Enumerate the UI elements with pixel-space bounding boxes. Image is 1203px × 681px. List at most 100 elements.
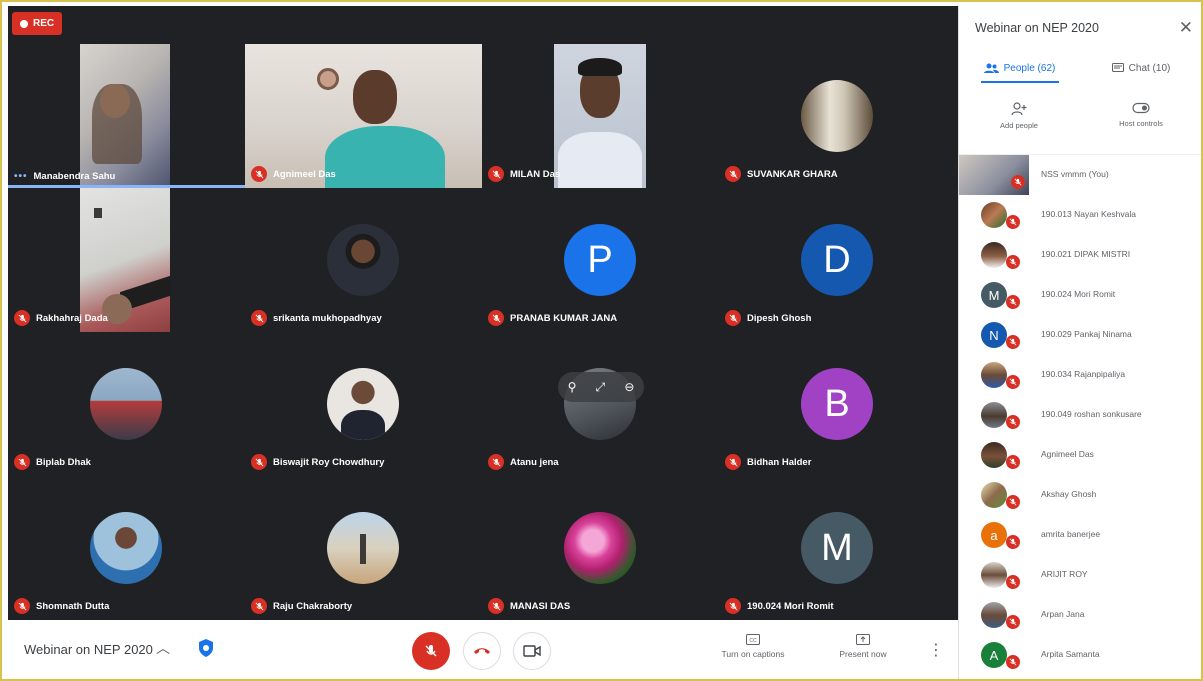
list-item[interactable]: Arpan Jana: [959, 595, 1201, 635]
list-item[interactable]: 190.013 Nayan Keshvala: [959, 195, 1201, 235]
tab-chat-label: Chat (10): [1128, 62, 1171, 74]
microphone-toggle-button[interactable]: [412, 632, 450, 670]
participant-name: Dipesh Ghosh: [747, 312, 812, 324]
list-item[interactable]: ARIJIT ROY: [959, 555, 1201, 595]
captions-button[interactable]: CC Turn on captions: [708, 634, 798, 659]
people-list: NSS vmmm (You) 190.013 Nayan Keshvala 19…: [959, 154, 1201, 679]
mic-off-icon: [251, 166, 267, 182]
person-name: ARIJIT ROY: [1041, 569, 1088, 579]
participant-name: 190.024 Mori Romit: [747, 600, 834, 612]
people-icon: [983, 63, 999, 73]
tab-people[interactable]: People (62): [959, 52, 1080, 84]
participant-name: SUVANKAR GHARA: [747, 168, 838, 180]
person-name: 190.013 Nayan Keshvala: [1041, 209, 1136, 219]
host-controls-button[interactable]: Host controls: [1101, 102, 1181, 128]
mic-off-icon: [725, 166, 741, 182]
list-item[interactable]: Akshay Ghosh: [959, 475, 1201, 515]
remove-icon[interactable]: ⊖: [624, 380, 634, 394]
chevron-up-icon[interactable]: ︿: [156, 638, 170, 658]
captions-label: Turn on captions: [721, 649, 785, 659]
add-people-label: Add people: [1000, 121, 1038, 130]
person-name: 190.049 roshan sonkusare: [1041, 409, 1142, 419]
participant-name: PRANAB KUMAR JANA: [510, 312, 618, 324]
leave-call-button[interactable]: [463, 632, 501, 670]
video-camera-icon: [523, 645, 541, 657]
list-item[interactable]: Agnimeel Das: [959, 435, 1201, 475]
expand-icon[interactable]: ⤢: [596, 380, 606, 395]
shield-icon[interactable]: [198, 638, 214, 663]
participant-tile[interactable]: ⚲ ⤢ ⊖ Atanu jena: [482, 332, 719, 476]
list-item[interactable]: a amrita banerjee: [959, 515, 1201, 555]
participant-name: Biplab Dhak: [36, 456, 91, 468]
person-name: 190.034 Rajanpipaliya: [1041, 369, 1126, 379]
avatar-letter: M: [821, 526, 853, 569]
list-item[interactable]: N 190.029 Pankaj Ninama: [959, 315, 1201, 355]
participant-tile[interactable]: Agnimeel Das: [245, 44, 482, 188]
person-avatar: [981, 482, 1007, 508]
list-item[interactable]: 190.021 DIPAK MISTRI: [959, 235, 1201, 275]
participant-name-row: Biplab Dhak: [14, 454, 91, 470]
participant-tile[interactable]: srikanta mukhopadhyay: [245, 188, 482, 332]
list-item[interactable]: NSS vmmm (You): [959, 155, 1201, 195]
participant-tile[interactable]: Biplab Dhak: [8, 332, 245, 476]
person-name: 190.029 Pankaj Ninama: [1041, 329, 1132, 339]
list-item[interactable]: M 190.024 Mori Romit: [959, 275, 1201, 315]
present-screen-icon: [856, 634, 870, 645]
participant-name: Bidhan Halder: [747, 456, 812, 468]
meet-window: REC ••• Manabendra Sahu Agnimeel Das MIL…: [0, 0, 1203, 681]
participant-avatar: [327, 224, 399, 296]
present-label: Present now: [839, 649, 887, 659]
mic-off-icon: [1006, 335, 1020, 349]
mic-off-icon: [1006, 215, 1020, 229]
mic-off-icon: [725, 454, 741, 470]
participant-tile[interactable]: MILAN Das: [482, 44, 719, 188]
participant-tile[interactable]: D Dipesh Ghosh: [719, 188, 956, 332]
mic-off-icon: [1006, 495, 1020, 509]
add-people-button[interactable]: Add people: [979, 102, 1059, 130]
participant-tile[interactable]: Rakhahraj Dada: [8, 188, 245, 332]
participant-name: Shomnath Dutta: [36, 600, 110, 612]
participant-tile[interactable]: Biswajit Roy Chowdhury: [245, 332, 482, 476]
participant-tile[interactable]: Shomnath Dutta: [8, 476, 245, 620]
toggle-icon: [1132, 102, 1150, 114]
meeting-title[interactable]: Webinar on NEP 2020: [24, 642, 153, 657]
participant-name-row: Shomnath Dutta: [14, 598, 109, 614]
camera-toggle-button[interactable]: [513, 632, 551, 670]
list-item[interactable]: 190.049 roshan sonkusare: [959, 395, 1201, 435]
participant-name-row: Raju Chakraborty: [251, 598, 352, 614]
participant-name-row: Biswajit Roy Chowdhury: [251, 454, 384, 470]
list-item[interactable]: 190.034 Rajanpipaliya: [959, 355, 1201, 395]
present-now-button[interactable]: Present now: [828, 634, 898, 659]
mic-off-icon: [1006, 415, 1020, 429]
participant-avatar: [564, 512, 636, 584]
participant-tile[interactable]: SUVANKAR GHARA: [719, 44, 956, 188]
participant-name-row: 190.024 Mori Romit: [725, 598, 834, 614]
avatar-letter: B: [824, 382, 850, 425]
pin-icon[interactable]: ⚲: [568, 380, 577, 394]
participant-name: Atanu jena: [510, 456, 559, 468]
participant-name-row: srikanta mukhopadhyay: [251, 310, 382, 326]
recording-label: REC: [33, 18, 55, 29]
participant-tile[interactable]: B Bidhan Halder: [719, 332, 956, 476]
mic-off-icon: [1006, 295, 1020, 309]
participant-name: Biswajit Roy Chowdhury: [273, 456, 385, 468]
mic-off-icon: [1006, 615, 1020, 629]
mic-off-icon: [425, 645, 437, 657]
close-icon[interactable]: ✕: [1179, 18, 1193, 38]
more-vert-icon[interactable]: ⋮: [928, 640, 944, 660]
tab-chat[interactable]: Chat (10): [1080, 52, 1201, 84]
participant-video: [80, 44, 170, 188]
participant-tile[interactable]: MANASI DAS: [482, 476, 719, 620]
record-dot-icon: [20, 19, 28, 28]
participant-tile[interactable]: P PRANAB KUMAR JANA: [482, 188, 719, 332]
participant-tile[interactable]: Raju Chakraborty: [245, 476, 482, 620]
list-item[interactable]: A Arpita Samanta: [959, 635, 1201, 675]
participant-name-row: Bidhan Halder: [725, 454, 811, 470]
participant-tile[interactable]: ••• Manabendra Sahu: [8, 44, 245, 188]
participant-avatar: [90, 512, 162, 584]
avatar-letter: D: [823, 238, 851, 281]
mic-off-icon: [1011, 175, 1025, 189]
person-name: 190.021 DIPAK MISTRI: [1041, 249, 1131, 259]
participant-tile[interactable]: M 190.024 Mori Romit: [719, 476, 956, 620]
person-avatar: a: [981, 522, 1007, 548]
